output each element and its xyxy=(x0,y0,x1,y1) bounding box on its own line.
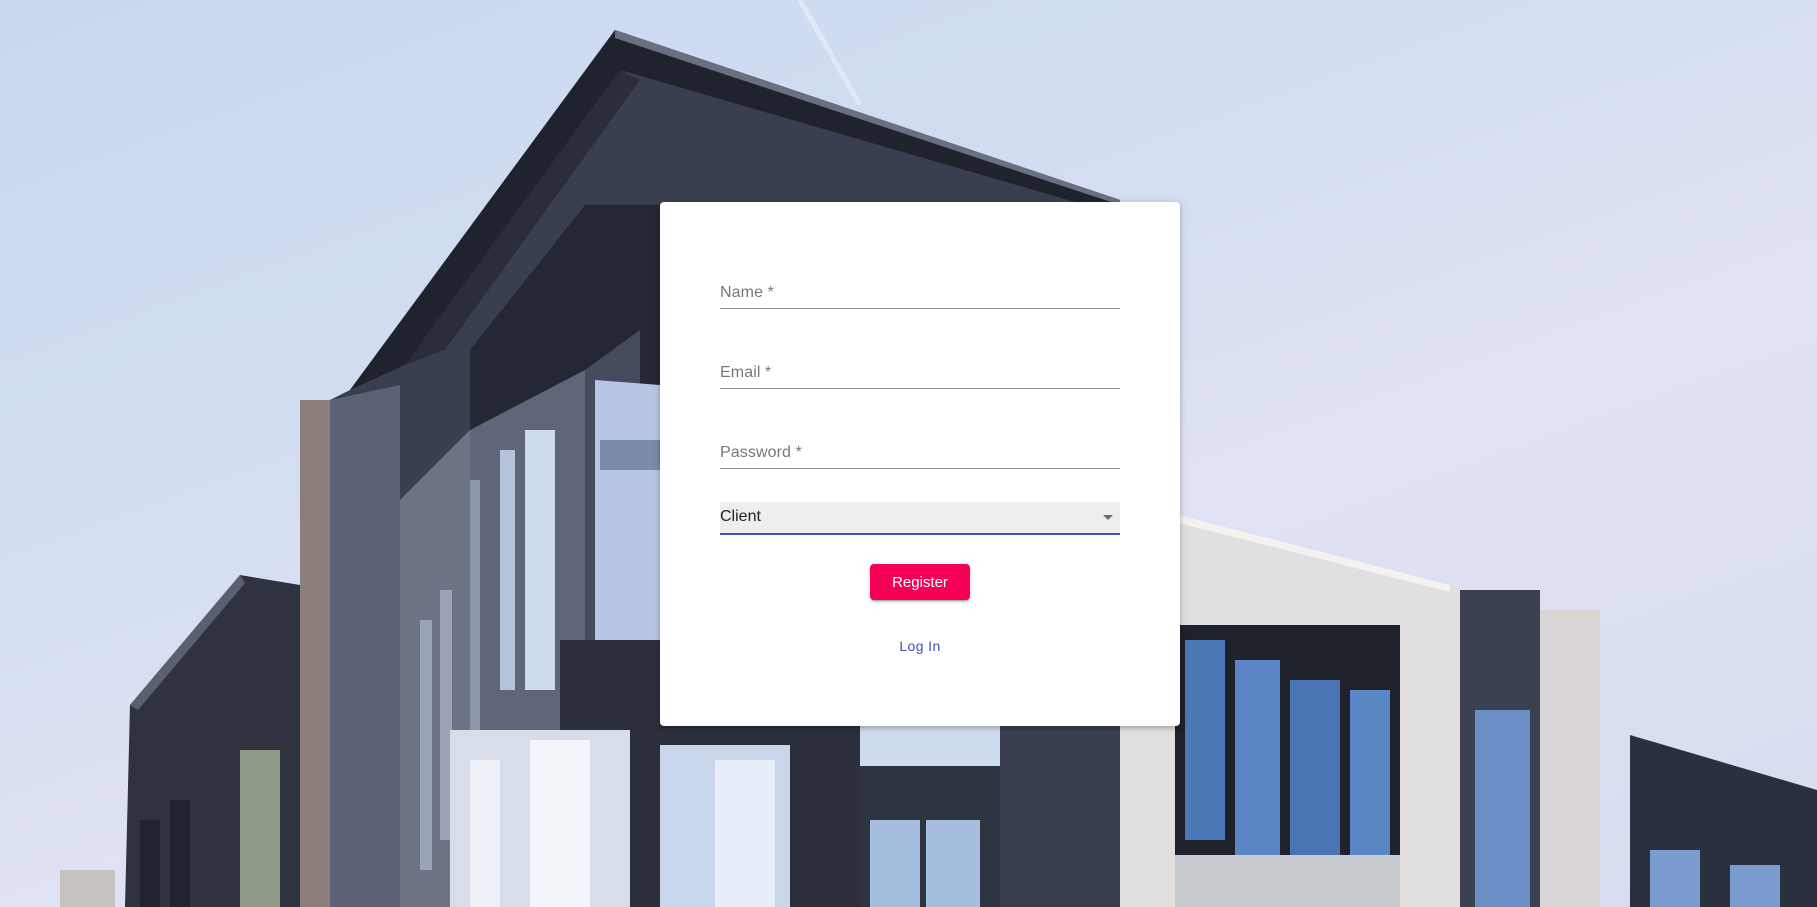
password-field[interactable]: Password * xyxy=(720,432,1120,469)
name-field-label: Name * xyxy=(720,284,774,301)
password-field-label: Password * xyxy=(720,444,802,461)
email-field[interactable]: Email * xyxy=(720,352,1120,389)
role-select[interactable]: Client xyxy=(720,502,1120,535)
dropdown-arrow-icon xyxy=(1103,515,1113,520)
name-field[interactable]: Name * xyxy=(720,272,1120,309)
register-page: Name * Email * Password * Client Registe… xyxy=(0,0,1817,907)
role-select-value: Client xyxy=(720,508,761,525)
register-button[interactable]: Register xyxy=(870,564,970,600)
register-card: Name * Email * Password * Client Registe… xyxy=(660,202,1180,726)
login-link[interactable]: Log In xyxy=(860,638,980,654)
email-field-label: Email * xyxy=(720,364,772,381)
